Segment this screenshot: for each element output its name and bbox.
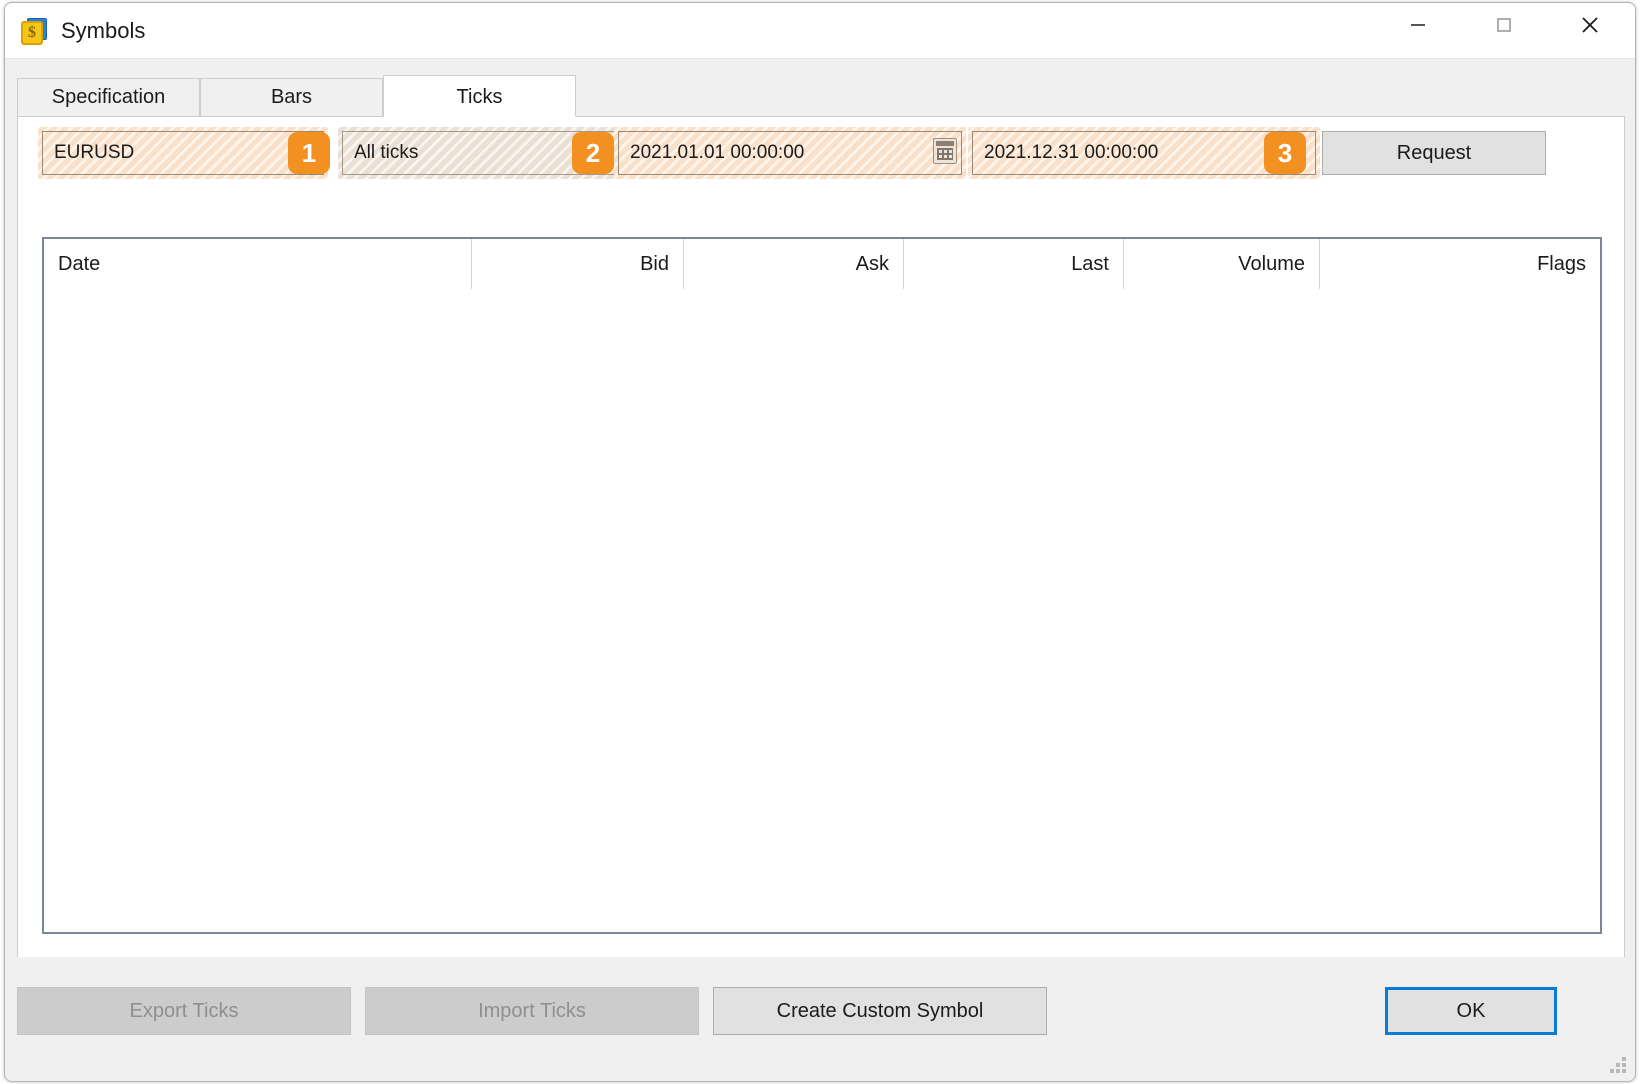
title-bar: $ Symbols: [5, 3, 1635, 59]
create-custom-symbol-button[interactable]: Create Custom Symbol: [713, 987, 1047, 1035]
maximize-icon: [1497, 18, 1511, 32]
tab-ticks[interactable]: Ticks: [383, 75, 576, 117]
minimize-button[interactable]: [1387, 3, 1449, 47]
column-header-flags[interactable]: Flags: [1320, 239, 1600, 289]
symbols-dollar-icon: $: [19, 17, 49, 47]
request-button[interactable]: Request: [1322, 131, 1546, 175]
calendar-icon[interactable]: [933, 138, 957, 164]
ok-button[interactable]: OK: [1385, 987, 1557, 1035]
icon-front-square: $: [21, 21, 43, 45]
symbol-input[interactable]: EURUSD: [42, 131, 324, 175]
column-header-last[interactable]: Last: [904, 239, 1124, 289]
minimize-icon: [1411, 24, 1425, 26]
ticks-tab-page: EURUSD 1 All ticks 2 2021.01.01 00:00:00: [17, 116, 1625, 959]
tab-ticks-label: Ticks: [456, 86, 503, 108]
ticks-table: Date Bid Ask Last Volume Flags: [42, 237, 1602, 934]
symbol-field-highlight: EURUSD: [38, 127, 328, 179]
tab-specification[interactable]: Specification: [17, 78, 200, 117]
ticks-toolbar: EURUSD 1 All ticks 2 2021.01.01 00:00:00: [18, 117, 1624, 189]
ticks-table-body[interactable]: [44, 289, 1600, 932]
badge-3: 3: [1264, 132, 1306, 174]
date-from-input[interactable]: 2021.01.01 00:00:00: [618, 131, 962, 175]
date-from-field-highlight: 2021.01.01 00:00:00: [614, 127, 966, 179]
symbols-window: $ Symbols Specification Bars Ticks EURUS…: [4, 2, 1636, 1082]
column-header-volume[interactable]: Volume: [1124, 239, 1320, 289]
tab-bars[interactable]: Bars: [200, 78, 383, 117]
tab-strip: Specification Bars Ticks: [17, 75, 1625, 117]
window-title: Symbols: [61, 18, 146, 43]
column-header-date[interactable]: Date: [44, 239, 472, 289]
tab-bars-label: Bars: [270, 86, 313, 108]
dialog-footer: Export Ticks Import Ticks Create Custom …: [5, 957, 1635, 1081]
maximize-button[interactable]: [1473, 3, 1535, 47]
resize-grip[interactable]: [1608, 1055, 1626, 1073]
column-header-bid[interactable]: Bid: [472, 239, 684, 289]
import-ticks-button[interactable]: Import Ticks: [365, 987, 699, 1035]
badge-2: 2: [572, 132, 614, 174]
close-icon: [1582, 17, 1598, 33]
ticks-table-header: Date Bid Ask Last Volume Flags: [44, 239, 1600, 289]
tab-specification-label: Specification: [51, 86, 166, 108]
column-header-ask[interactable]: Ask: [684, 239, 904, 289]
export-ticks-button[interactable]: Export Ticks: [17, 987, 351, 1035]
badge-1: 1: [288, 132, 330, 174]
close-button[interactable]: [1559, 3, 1621, 47]
